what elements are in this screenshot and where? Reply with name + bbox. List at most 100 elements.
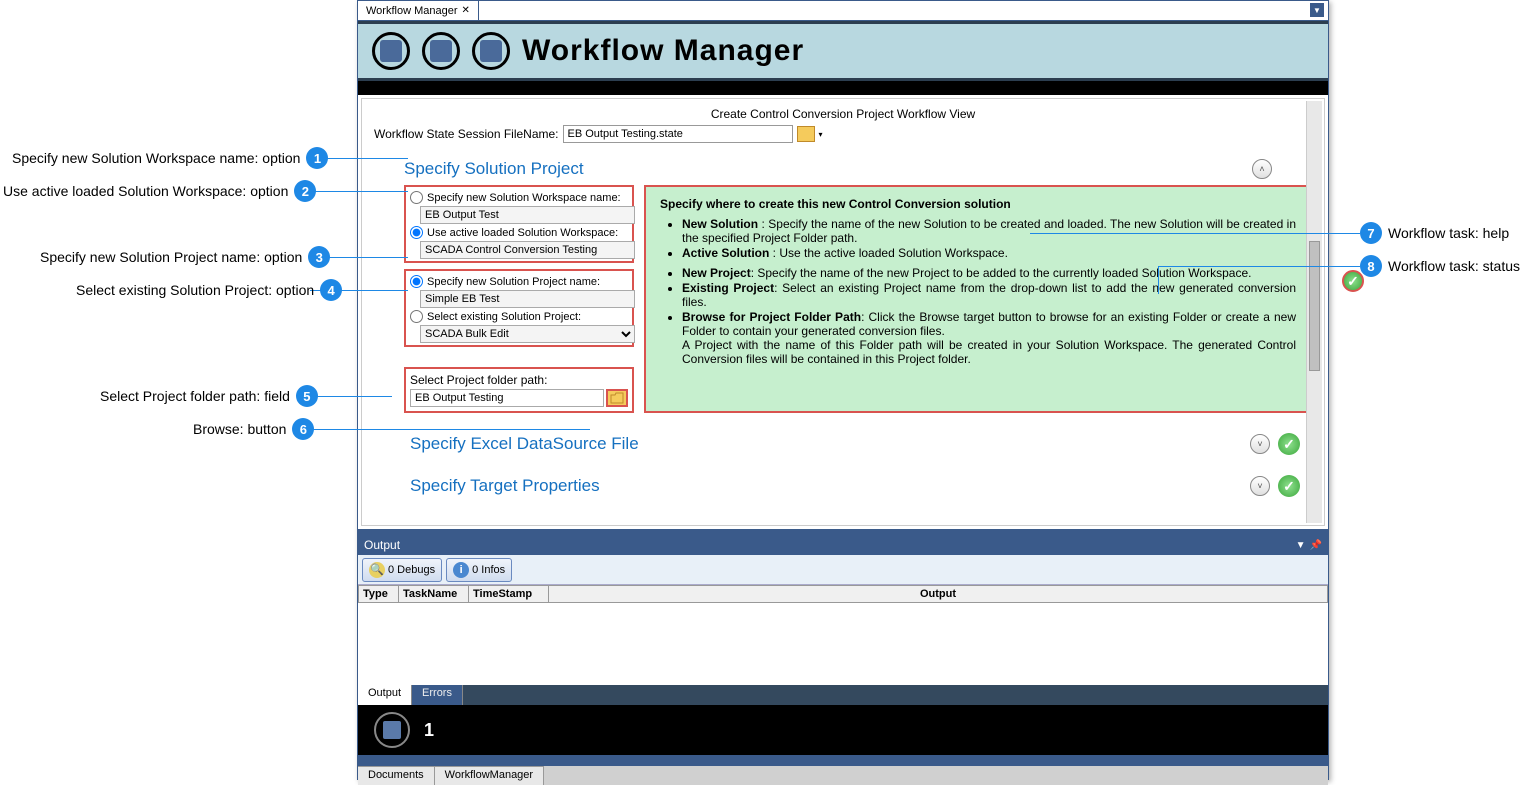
option-new-workspace[interactable]: Specify new Solution Workspace name: — [408, 189, 630, 206]
help-title: Specify where to create this new Control… — [660, 197, 1011, 211]
existing-project-select[interactable]: SCADA Bulk Edit — [420, 325, 635, 343]
section-specify-solution-body: Specify new Solution Workspace name: Use… — [374, 185, 1312, 423]
help-key: New Project — [682, 266, 751, 280]
dropdown-icon[interactable]: ▼ — [1296, 540, 1306, 551]
chevron-up-icon[interactable]: ˄ — [1252, 159, 1272, 179]
folder-label: Select Project folder path: — [410, 373, 628, 387]
workspace-option-group: Specify new Solution Workspace name: Use… — [404, 185, 634, 263]
callout-badge: 2 — [294, 180, 316, 202]
callout-badge: 1 — [306, 147, 328, 169]
option-label: Specify new Solution Project name: — [427, 276, 600, 288]
callout-3: Specify new Solution Project name: optio… — [40, 246, 330, 268]
col-type: Type — [359, 586, 399, 603]
active-workspace-input — [420, 241, 635, 259]
check-icon: ✓ — [1278, 475, 1300, 497]
callout-label: Browse: button — [193, 421, 286, 437]
close-icon[interactable]: ✕ — [462, 5, 470, 16]
workflow-area: Create Control Conversion Project Workfl… — [358, 95, 1328, 529]
scrollbar-vertical[interactable] — [1306, 101, 1322, 523]
callout-4: Select existing Solution Project: option… — [76, 279, 342, 301]
option-existing-project[interactable]: Select existing Solution Project: — [408, 308, 630, 325]
project-folder-input[interactable] — [410, 389, 604, 407]
output-title: Output — [364, 538, 400, 552]
help-key: Browse for Project Folder Path — [682, 310, 861, 324]
folder-icon[interactable] — [797, 126, 815, 142]
help-text: : Specify the name of the new Solution t… — [682, 217, 1296, 245]
infos-chip[interactable]: i 0 Infos — [446, 558, 512, 582]
header-banner: Workflow Manager — [358, 21, 1328, 81]
tab-documents[interactable]: Documents — [358, 766, 435, 785]
callout-2: Use active loaded Solution Workspace: op… — [3, 180, 316, 202]
callout-badge: 8 — [1360, 255, 1382, 277]
debug-icon: 🔍 — [369, 562, 385, 578]
help-text: : Use the active loaded Solution Workspa… — [769, 246, 1008, 260]
dropdown-icon[interactable]: ▾ — [819, 130, 823, 139]
header-icon-2[interactable] — [422, 32, 460, 70]
new-project-input[interactable] — [420, 290, 635, 308]
section-specify-solution-header[interactable]: Specify Solution Project ˄ — [374, 153, 1312, 185]
callout-line — [1158, 266, 1360, 267]
callout-label: Use active loaded Solution Workspace: op… — [3, 183, 288, 199]
tab-dropdown-icon[interactable]: ▼ — [1310, 3, 1324, 17]
callout-label: Workflow task: status — [1388, 258, 1520, 274]
callout-badge: 7 — [1360, 222, 1382, 244]
doc-tabs: Documents WorkflowManager — [358, 765, 1328, 785]
check-icon: ✓ — [1278, 433, 1300, 455]
browse-button[interactable] — [606, 389, 628, 407]
bottom-icon[interactable] — [374, 712, 410, 748]
session-filename-input[interactable] — [563, 125, 793, 143]
chip-label: 0 Debugs — [388, 564, 435, 576]
callout-badge: 3 — [308, 246, 330, 268]
tab-workflowmanager[interactable]: WorkflowManager — [435, 766, 544, 785]
help-key: New Solution — [682, 217, 758, 231]
callout-badge: 4 — [320, 279, 342, 301]
chevron-down-icon[interactable]: ˅ — [1250, 434, 1270, 454]
callout-6: Browse: button 6 — [193, 418, 314, 440]
callout-line — [310, 191, 408, 192]
help-key: Active Solution — [682, 246, 769, 260]
options-column: Specify new Solution Workspace name: Use… — [404, 185, 634, 413]
callout-badge: 5 — [296, 385, 318, 407]
callout-badge: 6 — [292, 418, 314, 440]
callout-label: Select Project folder path: field — [100, 388, 290, 404]
bottom-bar: 1 — [358, 705, 1328, 755]
chevron-down-icon[interactable]: ˅ — [1250, 476, 1270, 496]
callout-7: Workflow task: help 7 — [1360, 222, 1509, 244]
help-text: A Project with the name of this Folder p… — [682, 338, 1296, 366]
callout-label: Select existing Solution Project: option — [76, 282, 314, 298]
option-active-workspace[interactable]: Use active loaded Solution Workspace: — [408, 224, 630, 241]
section-title: Specify Solution Project — [404, 159, 584, 179]
output-toolbar: 🔍 0 Debugs i 0 Infos — [358, 555, 1328, 585]
option-new-project[interactable]: Specify new Solution Project name: — [408, 273, 630, 290]
option-label: Select existing Solution Project: — [427, 311, 581, 323]
session-label: Workflow State Session FileName: — [374, 127, 559, 141]
debugs-chip[interactable]: 🔍 0 Debugs — [362, 558, 442, 582]
col-taskname: TaskName — [399, 586, 469, 603]
output-header: Output ▼ 📌 — [358, 535, 1328, 555]
radio-new-workspace[interactable] — [410, 191, 423, 204]
callout-8: Workflow task: status 8 — [1360, 255, 1520, 277]
header-icon-3[interactable] — [472, 32, 510, 70]
tab-output[interactable]: Output — [358, 685, 412, 705]
main-window: Workflow Manager ✕ ▼ Workflow Manager Cr… — [357, 0, 1329, 780]
pin-icon[interactable]: 📌 — [1310, 540, 1322, 551]
scrollbar-thumb[interactable] — [1309, 241, 1320, 371]
callout-5: Select Project folder path: field 5 — [100, 385, 318, 407]
callout-1: Specify new Solution Workspace name: opt… — [12, 147, 328, 169]
section-target-properties[interactable]: Specify Target Properties ˅ ✓ — [410, 465, 1300, 507]
tab-errors[interactable]: Errors — [412, 685, 463, 705]
view-title: Create Control Conversion Project Workfl… — [374, 107, 1312, 121]
radio-active-workspace[interactable] — [410, 226, 423, 239]
radio-existing-project[interactable] — [410, 310, 423, 323]
header-icon-1[interactable] — [372, 32, 410, 70]
radio-new-project[interactable] — [410, 275, 423, 288]
new-workspace-input[interactable] — [420, 206, 635, 224]
option-label: Use active loaded Solution Workspace: — [427, 227, 618, 239]
tab-workflow-manager[interactable]: Workflow Manager ✕ — [358, 1, 479, 20]
col-output: Output — [549, 586, 1328, 603]
callout-line — [310, 396, 392, 397]
output-tabs: Output Errors — [358, 685, 1328, 705]
bottom-number: 1 — [424, 720, 434, 741]
info-icon: i — [453, 562, 469, 578]
callout-label: Specify new Solution Workspace name: opt… — [12, 150, 300, 166]
